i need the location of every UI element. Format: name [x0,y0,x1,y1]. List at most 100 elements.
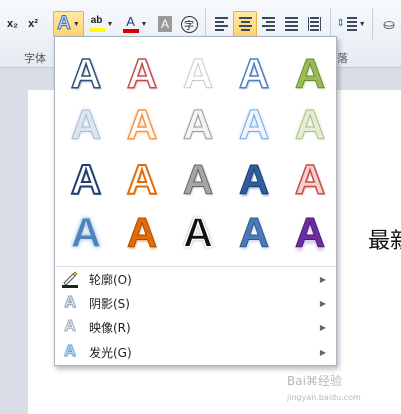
text-effects-button[interactable]: A ▼ [53,11,84,37]
document-text[interactable]: 最新 [368,223,401,255]
text-effects-icon: A [57,13,72,35]
text-effect-preview: A [70,101,102,148]
align-left-icon [215,17,228,31]
watermark: Bai⌘经验 jingyan.baidu.com [287,372,361,403]
text-effect-preview: A [182,209,214,256]
text-effect-style-17[interactable]: A [117,209,167,257]
text-effect-style-3[interactable]: A [173,50,223,98]
text-effect-preview: A [238,156,270,203]
paint-bucket-icon: ⛀ [383,15,395,32]
watermark-paw: ⌘ [305,374,318,388]
text-effect-style-2[interactable]: A [117,50,167,98]
menu-item-label: 阴影(S) [89,296,130,311]
chevron-down-icon: ▼ [358,20,366,28]
text-effects-gallery: A A A A A A A A A A A A A A A A A A A A [55,37,336,262]
character-shading-button[interactable]: A [154,11,176,37]
text-effect-style-20[interactable]: A [285,209,335,257]
text-effect-style-15[interactable]: A [285,156,335,204]
text-effect-style-14[interactable]: A [229,156,279,204]
reflection-icon-glyph: A [64,318,77,336]
chevron-down-icon: ▼ [106,20,114,28]
text-effect-style-12[interactable]: A [117,156,167,204]
font-color-bar [122,29,139,33]
submenu-arrow-icon: ▶ [319,298,326,308]
submenu-arrow-icon: ▶ [319,274,326,284]
text-effect-style-4[interactable]: A [229,50,279,98]
text-effect-style-13[interactable]: A [173,156,223,204]
text-effect-preview: A [126,156,158,203]
highlighter-icon: ab [88,15,105,32]
chevron-down-icon: ▼ [72,20,80,28]
highlight-color-bar [88,28,105,32]
text-effect-style-1[interactable]: A [61,50,111,98]
text-effect-preview: A [126,50,158,97]
text-effect-preview: A [70,156,102,203]
text-effect-preview: A [294,209,326,256]
watermark-text: Bai [287,374,306,388]
justify-button[interactable] [281,11,302,37]
distributed-button[interactable] [304,11,325,37]
paragraph-group-label: 落 [337,52,348,65]
superscript-label: x² [28,18,38,30]
font-color-button[interactable]: A ▼ [120,11,150,37]
shadow-icon-glyph: A [64,294,77,312]
text-effect-style-19[interactable]: A [229,209,279,257]
justify-icon [285,17,298,31]
distributed-icon [308,17,321,31]
ribbon-divider [372,8,373,40]
menu-item-label: 映像(R) [89,320,131,335]
chevron-down-icon: ▼ [140,20,148,28]
text-effect-style-16[interactable]: A [61,209,111,257]
text-effect-style-11[interactable]: A [61,156,111,204]
font-color-icon: A [122,14,139,33]
text-effect-preview: A [70,50,102,97]
text-effect-style-10[interactable]: A [285,101,335,149]
watermark-suffix: 经验 [317,374,342,388]
line-spacing-icon: ⇕ [336,17,357,31]
text-effect-preview: A [294,101,326,148]
text-effect-preview: A [182,50,214,97]
menu-item-label: 发光(G) [89,345,132,360]
text-effect-preview: A [182,101,214,148]
menu-item-outline[interactable]: 轮廓(O) ▶ [55,267,336,291]
text-effect-preview: A [238,209,270,256]
font-group-label: 字体 [24,52,46,65]
reflection-icon: A [61,318,79,336]
menu-item-shadow[interactable]: A 阴影(S) ▶ [55,291,336,315]
submenu-arrow-icon: ▶ [319,347,326,357]
font-color-glyph: A [126,14,135,29]
text-effect-preview: A [294,50,326,97]
text-highlight-button[interactable]: ab ▼ [86,11,116,37]
menu-item-reflection[interactable]: A 映像(R) ▶ [55,315,336,339]
character-shading-icon: A [157,16,172,32]
shading-button[interactable]: ⛀ [378,11,400,37]
align-center-button[interactable] [233,11,257,37]
watermark-site: jingyan.baidu.com [287,393,361,402]
text-effect-style-5[interactable]: A [285,50,335,98]
text-effect-preview: A [70,209,102,256]
text-effect-preview: A [126,209,158,256]
text-effect-preview: A [126,101,158,148]
text-effect-style-18[interactable]: A [173,209,223,257]
glow-icon: A [61,343,79,361]
text-effect-style-9[interactable]: A [229,101,279,149]
align-left-button[interactable] [211,11,232,37]
align-right-icon [262,17,275,31]
submenu-arrow-icon: ▶ [319,322,326,332]
menu-item-glow[interactable]: A 发光(G) ▶ [55,340,336,364]
text-effect-preview: A [294,156,326,203]
align-center-icon [238,17,252,31]
align-right-button[interactable] [258,11,279,37]
enclose-characters-button[interactable]: 字 [178,11,200,37]
text-effect-style-7[interactable]: A [117,101,167,149]
enclose-characters-icon: 字 [180,15,198,33]
line-spacing-button[interactable]: ⇕ ▼ [336,11,366,37]
subscript-button[interactable]: x₂ [3,11,22,37]
text-effect-preview: A [238,101,270,148]
highlight-glyph: ab [90,15,103,26]
text-effect-style-6[interactable]: A [61,101,111,149]
text-effect-preview: A [182,156,214,203]
text-effect-style-8[interactable]: A [173,101,223,149]
text-effect-preview: A [238,50,270,97]
superscript-button[interactable]: x² [23,11,43,37]
